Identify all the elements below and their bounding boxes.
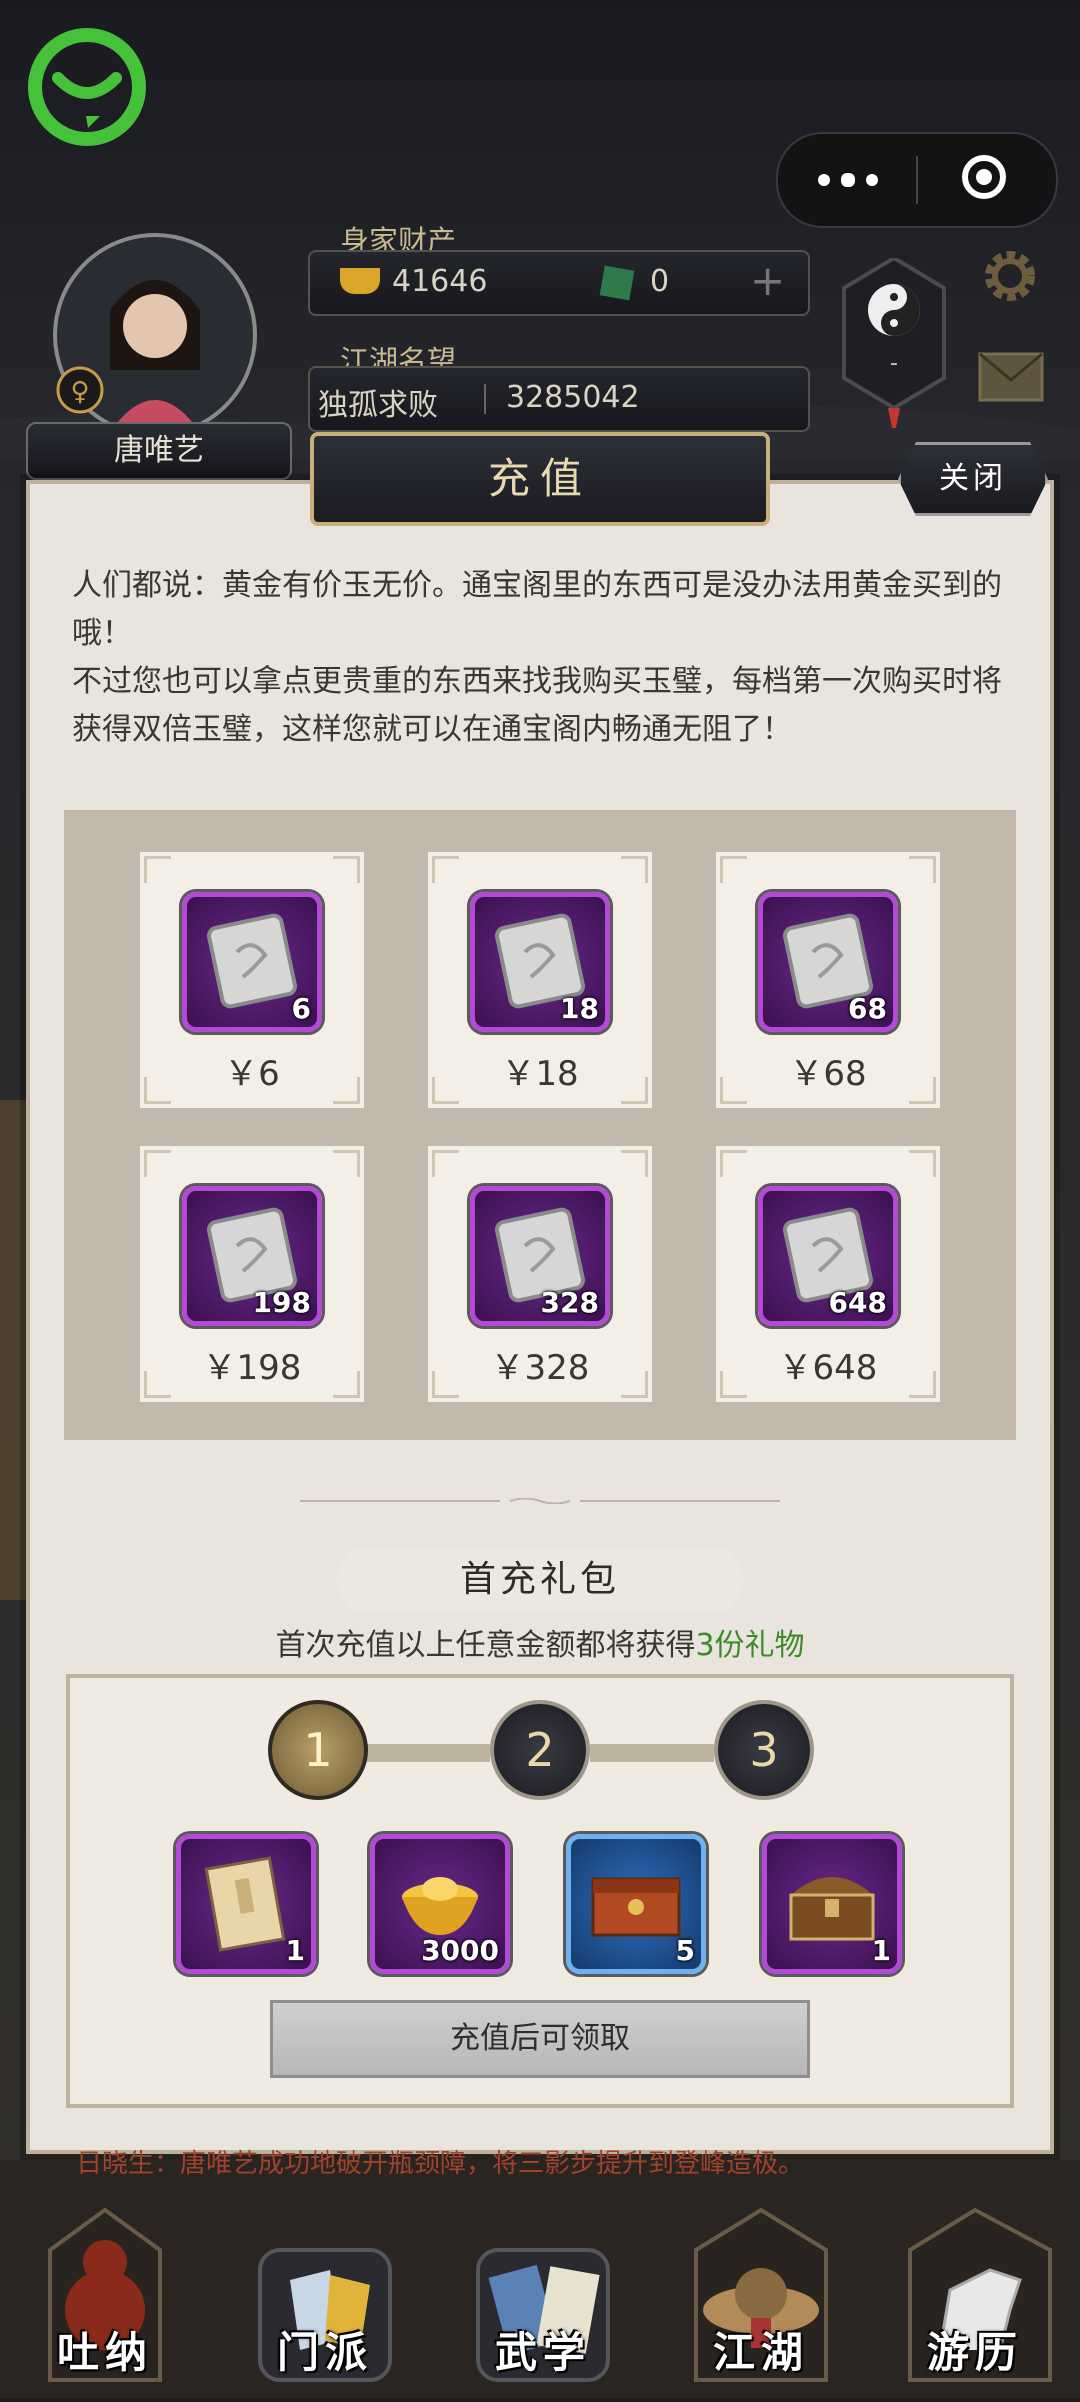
nav-jianghu[interactable]: 江湖 (666, 2190, 856, 2398)
gift-step-1[interactable]: 1 (268, 1700, 368, 1800)
jade-tablet-icon: 648 (758, 1186, 898, 1326)
first-charge-gift-title: 首充礼包 (334, 1548, 746, 1612)
fame-bar: 独孤求败 3285042 (308, 366, 810, 432)
red-chest-icon[interactable]: 5 (566, 1834, 706, 1974)
recharge-pack-6[interactable]: 6 ￥6 (140, 852, 364, 1108)
more-options-button[interactable] (778, 134, 916, 226)
gold-ingot-icon[interactable]: 3000 (370, 1834, 510, 1974)
pack-price: ￥648 (778, 1348, 878, 1388)
pack-price: ￥198 (202, 1348, 302, 1388)
book-icon[interactable]: 1 (176, 1834, 316, 1974)
player-avatar[interactable]: ♀ (50, 230, 260, 440)
nav-label: 江湖 (712, 2328, 809, 2377)
fame-title: 独孤求败 (318, 388, 438, 423)
dialog-title: 充值 (310, 432, 770, 526)
news-ticker: 日晓生：唐唯艺成功地破开瓶颈障，将三影步提升到登峰造极。 (76, 2149, 805, 2179)
gold-ingot-icon (340, 268, 380, 294)
pack-qty: 328 (540, 1286, 599, 1319)
player-name: 唐唯艺 (26, 422, 292, 480)
step-connector (590, 1744, 714, 1762)
recharge-pack-328[interactable]: 328 ￥328 (428, 1146, 652, 1402)
gift-count-highlight: 3份礼物 (695, 1628, 805, 1663)
recharge-pack-68[interactable]: 68 ￥68 (716, 852, 940, 1108)
gold-amount: 41646 (392, 264, 488, 299)
jade-tablet-icon: 198 (182, 1186, 322, 1326)
nav-label: 门派 (276, 2328, 373, 2377)
mail-icon[interactable] (978, 352, 1044, 402)
fame-divider (484, 384, 486, 414)
taiji-emblem[interactable]: - (834, 258, 954, 428)
close-dialog-button[interactable]: 关闭 (898, 442, 1048, 516)
jade-icon (599, 265, 635, 301)
svg-text:♀: ♀ (70, 377, 89, 407)
wealth-bar: 41646 0 + (308, 250, 810, 316)
nav-youli[interactable]: 游历 (880, 2190, 1070, 2398)
nav-wuxue[interactable]: 武学 (448, 2190, 638, 2398)
pack-qty: 198 (252, 1286, 311, 1319)
chat-logo-icon[interactable] (28, 28, 146, 146)
jade-tablet-icon: 68 (758, 892, 898, 1032)
nav-menpai[interactable]: 门派 (230, 2190, 420, 2398)
pack-qty: 648 (828, 1286, 887, 1319)
gift-qty: 1 (285, 1934, 305, 1967)
jade-tablet-icon: 18 (470, 892, 610, 1032)
section-divider (300, 1498, 780, 1504)
treasure-chest-icon[interactable]: 1 (762, 1834, 902, 1974)
first-charge-gift-subtitle: 首次充值以上任意金额都将获得3份礼物 (0, 1620, 1080, 1664)
pack-qty: 18 (560, 992, 599, 1025)
pack-price: ￥18 (501, 1054, 579, 1094)
recharge-pack-grid: 6 ￥6 18 ￥18 68 ￥68 198 ￥198 328 ￥328 648… (64, 810, 1016, 1440)
claim-after-recharge-button[interactable]: 充值后可领取 (270, 2000, 810, 2078)
taiji-value: - (890, 351, 898, 376)
pack-qty: 68 (848, 992, 887, 1025)
pack-price: ￥68 (789, 1054, 867, 1094)
gift-subtitle-text: 首次充值以上任意金额都将获得 (275, 1628, 696, 1663)
gift-qty: 3000 (421, 1934, 499, 1967)
mini-program-capsule (776, 132, 1058, 228)
intro-text: 人们都说：黄金有价玉无价。通宝阁里的东西可是没办法用黄金买到的哦！ 不过您也可以… (72, 568, 1002, 747)
gift-step-2[interactable]: 2 (490, 1700, 590, 1800)
pack-qty: 6 (291, 992, 311, 1025)
jade-tablet-icon: 328 (470, 1186, 610, 1326)
pack-price: ￥328 (490, 1348, 590, 1388)
exit-mini-program-button[interactable] (918, 134, 1056, 226)
nav-label: 武学 (494, 2328, 591, 2377)
gift-step-3[interactable]: 3 (714, 1700, 814, 1800)
gear-icon[interactable] (980, 246, 1040, 306)
jade-amount: 0 (650, 264, 670, 299)
nav-tuna[interactable]: 吐纳 (10, 2190, 200, 2398)
gift-qty: 1 (871, 1934, 891, 1967)
nav-label: 吐纳 (56, 2328, 153, 2377)
add-currency-button[interactable]: + (750, 256, 785, 305)
pack-price: ￥6 (224, 1054, 280, 1094)
nav-label: 游历 (926, 2328, 1023, 2377)
recharge-pack-648[interactable]: 648 ￥648 (716, 1146, 940, 1402)
recharge-pack-198[interactable]: 198 ￥198 (140, 1146, 364, 1402)
recharge-pack-18[interactable]: 18 ￥18 (428, 852, 652, 1108)
fame-value: 3285042 (506, 380, 640, 415)
bottom-navigation: 吐纳 门派 武学 江湖 游历 (0, 2190, 1080, 2398)
gift-qty: 5 (675, 1934, 695, 1967)
step-connector (366, 1744, 490, 1762)
jade-tablet-icon: 6 (182, 892, 322, 1032)
